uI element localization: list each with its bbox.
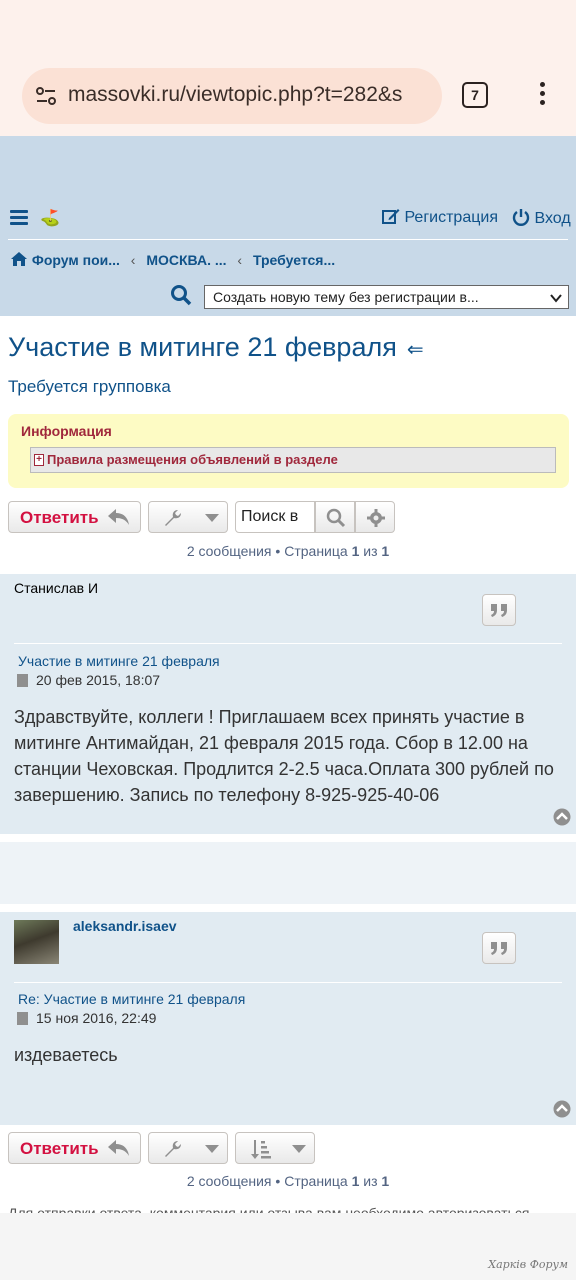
search-button[interactable] — [315, 501, 355, 533]
login-label: Вход — [534, 210, 571, 227]
reply-icon — [108, 509, 129, 525]
post: Станислав И Участие в митинге 21 февраля… — [0, 574, 576, 834]
address-bar[interactable]: massovki.ru/viewtopic.php?t=282&s — [22, 68, 442, 124]
topic-title[interactable]: Участие в митинге 21 февраля — [8, 332, 397, 362]
topic-tools-button[interactable] — [148, 1132, 228, 1164]
caret-down-icon — [205, 1145, 219, 1153]
expand-icon[interactable]: + — [34, 454, 44, 466]
page-label: Страница — [284, 543, 348, 559]
page-label: Страница — [284, 1173, 348, 1189]
home-icon[interactable] — [10, 251, 28, 267]
current-page: 1 — [351, 1173, 360, 1189]
breadcrumb: Форум пои... ‹ МОСКВА. ... ‹ Требуется..… — [10, 251, 335, 273]
pagination-separator: • — [271, 543, 285, 559]
post-author[interactable]: aleksandr.isaev — [73, 918, 177, 934]
rules-spoiler[interactable]: + Правила размещения объявлений в раздел… — [30, 447, 556, 473]
chevron-down-icon — [550, 294, 562, 303]
tab-switcher-button[interactable]: 7 — [462, 82, 488, 108]
reply-button[interactable]: Ответить — [8, 1132, 141, 1164]
power-icon — [512, 209, 530, 226]
breadcrumb-separator: ‹ — [237, 252, 243, 268]
sort-icon — [251, 1140, 271, 1159]
forum-header: ⛳ Регистрация Вход Форум пои... ‹ МОСКВА… — [0, 136, 576, 316]
pagination-bottom: 2 сообщения • Страница 1 из 1 — [0, 1173, 576, 1189]
post-title-link[interactable]: Участие в митинге 21 февраля — [18, 653, 220, 669]
post-title-link[interactable]: Re: Участие в митинге 21 февраля — [18, 991, 245, 1007]
post: aleksandr.isaev Re: Участие в митинге 21… — [0, 912, 576, 1125]
info-heading: Информация — [21, 423, 112, 439]
reply-label: Ответить — [20, 508, 99, 527]
breadcrumb-separator: ‹ — [130, 252, 136, 268]
wrench-icon — [165, 1141, 181, 1157]
topic-tools-button[interactable] — [148, 501, 228, 533]
post-spacer — [0, 842, 576, 904]
of-label: из — [363, 1173, 378, 1189]
post-count: 2 сообщения — [186, 1173, 272, 1189]
caret-down-icon — [292, 1145, 306, 1153]
pagination-separator: • — [271, 1173, 285, 1189]
current-page: 1 — [351, 543, 360, 559]
post-count: 2 сообщения — [186, 543, 272, 559]
total-pages: 1 — [381, 1173, 390, 1189]
select-value: Создать новую тему без регистрации в... — [213, 289, 479, 305]
gear-icon — [367, 509, 385, 527]
forum-link[interactable]: Требуется групповка — [8, 377, 171, 397]
watermark: Харків Форум — [488, 1258, 568, 1271]
search-icon[interactable] — [170, 284, 192, 306]
total-pages: 1 — [381, 543, 390, 559]
reply-label: Ответить — [20, 1139, 99, 1158]
post-divider — [14, 643, 562, 644]
page-title[interactable]: Участие в митинге 21 февраля ⇐ — [8, 332, 424, 363]
hamburger-menu-icon[interactable] — [10, 210, 28, 226]
login-notice: Для отправки ответа, комментария или отз… — [8, 1205, 530, 1213]
browser-chrome: massovki.ru/viewtopic.php?t=282&s 7 — [0, 0, 576, 136]
browser-menu-icon[interactable] — [536, 82, 548, 110]
wrench-icon — [165, 510, 181, 526]
golf-flag-icon[interactable]: ⛳ — [40, 208, 60, 228]
breadcrumb-item[interactable]: Форум пои... — [32, 252, 120, 268]
topic-search-input[interactable]: Поиск в — [235, 501, 315, 533]
file-icon[interactable] — [17, 674, 28, 687]
quote-button[interactable] — [482, 594, 516, 626]
search-icon — [326, 508, 346, 528]
url-text[interactable]: massovki.ru/viewtopic.php?t=282&s — [68, 83, 434, 107]
new-topic-select[interactable]: Создать новую тему без регистрации в... — [204, 285, 569, 309]
quote-button[interactable] — [482, 932, 516, 964]
sort-button[interactable] — [235, 1132, 315, 1164]
edit-icon — [382, 209, 400, 224]
post-date: 15 ноя 2016, 22:49 — [36, 1010, 157, 1026]
file-icon[interactable] — [17, 1012, 28, 1025]
caret-down-icon — [205, 514, 219, 522]
post-content: Здравствуйте, коллеги ! Приглашаем всех … — [14, 707, 554, 805]
back-to-top-icon[interactable] — [553, 1100, 571, 1118]
pagination-top: 2 сообщения • Страница 1 из 1 — [0, 543, 576, 559]
nav-divider — [8, 239, 568, 240]
back-to-top-icon[interactable] — [553, 808, 571, 826]
post-content: издеваетесь — [14, 1045, 118, 1065]
post-date: 20 фев 2015, 18:07 — [36, 672, 161, 688]
avatar[interactable] — [14, 920, 59, 964]
site-settings-icon[interactable] — [34, 84, 58, 108]
nav-row: ⛳ Регистрация Вход — [0, 206, 576, 236]
quote-icon — [491, 942, 507, 955]
advanced-search-button[interactable] — [355, 501, 395, 533]
register-link[interactable]: Регистрация — [382, 208, 498, 227]
login-link[interactable]: Вход — [512, 208, 571, 228]
reply-icon — [108, 1140, 129, 1156]
post-author: Станислав И — [14, 580, 99, 596]
quote-icon — [491, 604, 507, 617]
back-arrow-icon[interactable]: ⇐ — [407, 339, 424, 361]
register-label: Регистрация — [404, 209, 498, 226]
info-box: Информация + Правила размещения объявлен… — [8, 414, 569, 488]
breadcrumb-item[interactable]: МОСКВА. ... — [146, 252, 226, 268]
post-divider — [14, 982, 562, 983]
of-label: из — [363, 543, 378, 559]
rules-label: Правила размещения объявлений в разделе — [47, 452, 338, 467]
reply-button[interactable]: Ответить — [8, 501, 141, 533]
breadcrumb-item[interactable]: Требуется... — [253, 252, 335, 268]
